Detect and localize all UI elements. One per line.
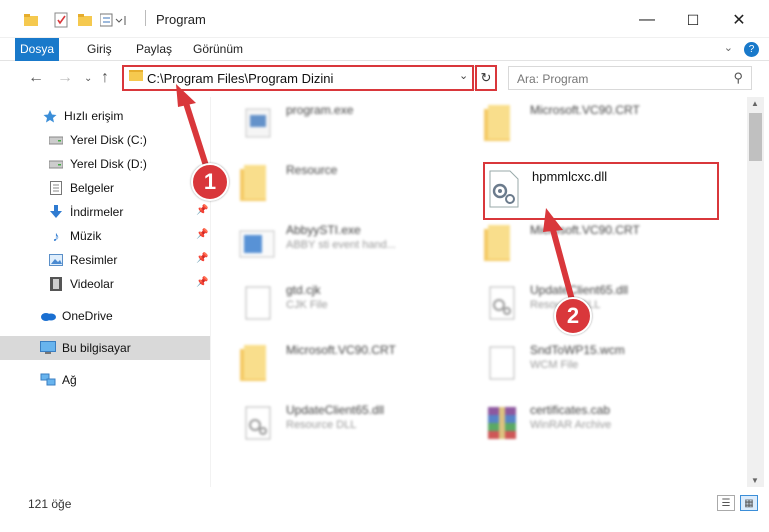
arrow-1-shaft xyxy=(182,99,211,173)
arrow-2-head xyxy=(543,208,563,232)
step-badge-2: 2 xyxy=(554,297,592,335)
arrow-1-head xyxy=(176,84,196,107)
arrow-2-shaft xyxy=(549,225,575,301)
step-badge-1: 1 xyxy=(191,163,229,201)
annotation-arrows xyxy=(176,84,575,301)
